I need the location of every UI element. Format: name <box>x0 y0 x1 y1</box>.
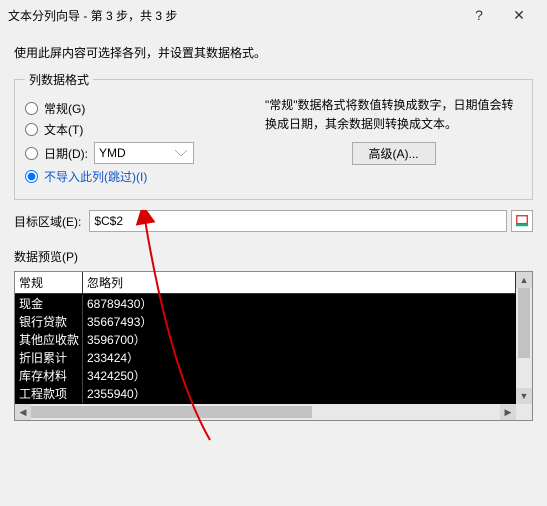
column-format-legend: 列数据格式 <box>25 71 93 88</box>
table-row: 折旧累计233424） <box>15 349 516 367</box>
scroll-up-icon[interactable]: ▲ <box>516 272 532 288</box>
help-button[interactable]: ? <box>459 2 499 28</box>
date-format-select[interactable]: YMD <box>94 142 194 164</box>
preview-header: 常规 忽略列 <box>15 272 516 294</box>
radio-text-label[interactable]: 文本(T) <box>44 121 83 138</box>
window-title: 文本分列向导 - 第 3 步，共 3 步 <box>8 7 459 24</box>
instruction-text: 使用此屏内容可选择各列，并设置其数据格式。 <box>14 44 533 61</box>
table-row: 现金68789430） <box>15 295 516 313</box>
range-selector-button[interactable] <box>511 210 533 232</box>
advanced-button[interactable]: 高级(A)... <box>352 142 436 165</box>
preview-data-grid: 现金68789430） 银行贷款35667493） 其他应收款3596700） … <box>15 294 516 404</box>
table-row: 其他应收款3596700） <box>15 331 516 349</box>
scroll-corner <box>516 404 532 420</box>
radio-text[interactable] <box>25 123 38 136</box>
radio-general[interactable] <box>25 102 38 115</box>
radio-general-label[interactable]: 常规(G) <box>44 100 85 117</box>
radio-skip-label[interactable]: 不导入此列(跳过)(I) <box>44 168 147 185</box>
target-input[interactable] <box>89 210 507 232</box>
preview-box: 常规 忽略列 现金68789430） 银行贷款35667493） 其他应收款35… <box>14 271 533 421</box>
table-row: 银行贷款35667493） <box>15 313 516 331</box>
horizontal-scrollbar[interactable]: ◀ ▶ <box>15 404 516 420</box>
table-row: 工程款项2355940） <box>15 385 516 403</box>
scroll-left-icon[interactable]: ◀ <box>15 404 31 420</box>
preview-header-col2[interactable]: 忽略列 <box>83 272 516 293</box>
radio-skip[interactable] <box>25 170 38 183</box>
scroll-down-icon[interactable]: ▼ <box>516 388 532 404</box>
preview-label: 数据预览(P) <box>14 248 533 265</box>
column-format-group: 列数据格式 常规(G) 文本(T) 日期(D): YMD <box>14 71 533 200</box>
vertical-scrollbar[interactable]: ▲ ▼ <box>516 272 532 404</box>
preview-header-col1[interactable]: 常规 <box>15 272 83 293</box>
titlebar: 文本分列向导 - 第 3 步，共 3 步 ? ✕ <box>0 0 547 30</box>
target-label: 目标区域(E): <box>14 213 81 230</box>
radio-date[interactable] <box>25 147 38 160</box>
close-button[interactable]: ✕ <box>499 2 539 28</box>
scroll-right-icon[interactable]: ▶ <box>500 404 516 420</box>
radio-date-label[interactable]: 日期(D): <box>44 145 88 162</box>
format-description: "常规"数据格式将数值转换成数字，日期值会转换成日期，其余数据则转换成文本。 <box>265 96 522 134</box>
table-row: 库存材料3424250） <box>15 367 516 385</box>
